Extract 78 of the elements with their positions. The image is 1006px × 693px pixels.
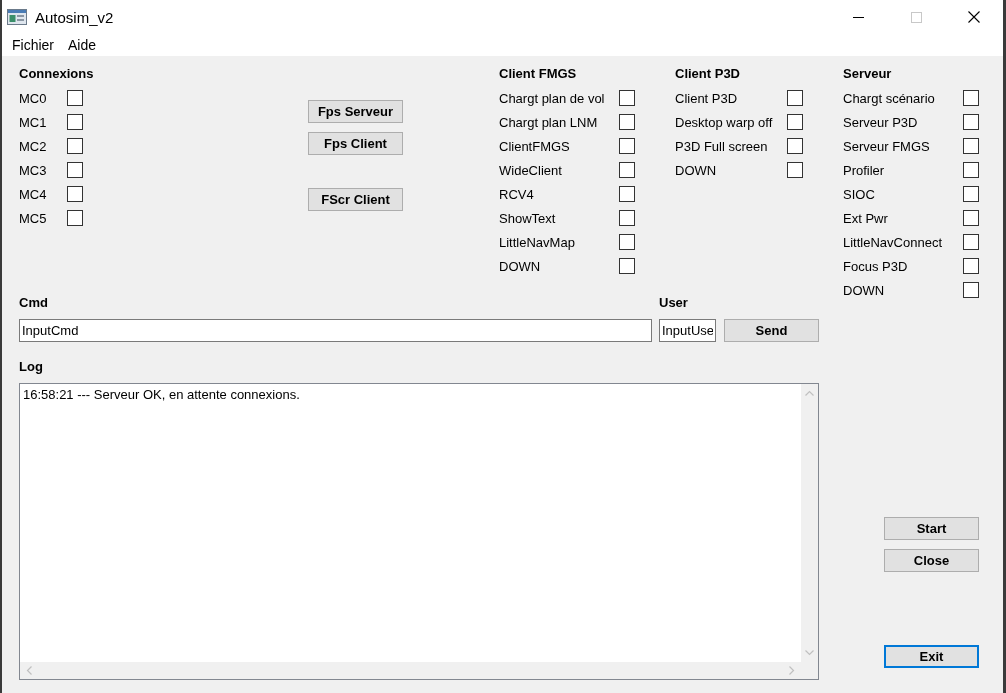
checkbox-label: Chargt plan LNM [499, 114, 599, 130]
checkbox-label: Chargt scénario [843, 90, 936, 106]
log-line: 16:58:21 --- Serveur OK, en attente connexions. [23, 386, 301, 403]
checkbox[interactable] [67, 138, 83, 154]
checkbox[interactable] [619, 210, 635, 226]
close-icon [968, 11, 980, 23]
cmd-input-field[interactable]: InputCmd [19, 319, 652, 342]
checkbox-label: ShowText [499, 210, 557, 226]
minimize-icon [852, 16, 864, 18]
user-input-field[interactable]: InputUse [659, 319, 716, 342]
checkbox[interactable] [67, 186, 83, 202]
checkbox-label: SIOC [843, 186, 876, 202]
checkbox-label: MC0 [19, 90, 48, 106]
action-button[interactable]: Close [884, 549, 979, 572]
checkbox[interactable] [619, 90, 635, 106]
checkbox-label: P3D Full screen [675, 138, 769, 154]
checkbox[interactable] [787, 114, 803, 130]
checkbox[interactable] [619, 138, 635, 154]
checkbox[interactable] [963, 162, 979, 178]
checkbox[interactable] [619, 186, 635, 202]
checkbox[interactable] [963, 234, 979, 250]
checkbox[interactable] [787, 162, 803, 178]
checkbox-label: Serveur P3D [843, 114, 919, 130]
checkbox[interactable] [67, 90, 83, 106]
checkbox-label: Client P3D [675, 90, 739, 106]
send-button[interactable]: Send [724, 319, 819, 342]
checkbox[interactable] [963, 186, 979, 202]
window-title: Autosim_v2 [35, 8, 115, 26]
checkbox-label: LittleNavMap [499, 234, 576, 250]
action-button[interactable]: Exit [884, 645, 979, 668]
checkbox-label: DOWN [843, 282, 886, 298]
checkbox-label: MC2 [19, 138, 48, 154]
checkbox[interactable] [963, 90, 979, 106]
cmd-label: Cmd [19, 294, 49, 312]
checkbox[interactable] [67, 162, 83, 178]
checkbox[interactable] [67, 210, 83, 226]
group-title: Client P3D [675, 65, 741, 83]
group-title: Serveur [843, 65, 893, 83]
checkbox[interactable] [619, 162, 635, 178]
checkbox-label: WideClient [499, 162, 563, 178]
checkbox[interactable] [619, 234, 635, 250]
fps-button[interactable]: FScr Client [308, 188, 403, 211]
checkbox-label: MC1 [19, 114, 48, 130]
checkbox[interactable] [963, 210, 979, 226]
checkbox-label: MC3 [19, 162, 48, 178]
checkbox[interactable] [787, 138, 803, 154]
checkbox[interactable] [963, 282, 979, 298]
checkbox-label: LittleNavConnect [843, 234, 943, 250]
checkbox[interactable] [963, 138, 979, 154]
checkbox-label: DOWN [499, 258, 542, 274]
log-label: Log [19, 358, 44, 376]
checkbox-label: Profiler [843, 162, 886, 178]
menu-item[interactable]: Aide [61, 35, 104, 55]
user-label: User [659, 294, 689, 312]
checkbox-label: Ext Pwr [843, 210, 889, 226]
checkbox[interactable] [787, 90, 803, 106]
checkbox[interactable] [67, 114, 83, 130]
group-title: Client FMGS [499, 65, 578, 83]
checkbox-label: MC4 [19, 186, 48, 202]
checkbox-label: RCV4 [499, 186, 535, 202]
checkbox-label: Serveur FMGS [843, 138, 931, 154]
action-button[interactable]: Start [884, 517, 979, 540]
fps-button[interactable]: Fps Client [308, 132, 403, 155]
window-app-icon [7, 9, 27, 25]
checkbox[interactable] [619, 258, 635, 274]
checkbox-label: MC5 [19, 210, 48, 226]
checkbox-label: Chargt plan de vol [499, 90, 606, 106]
menu-item[interactable]: Fichier [5, 35, 61, 55]
checkbox-label: Desktop warp off [675, 114, 774, 130]
maximize-icon [910, 11, 922, 23]
checkbox[interactable] [963, 114, 979, 130]
checkbox-label: ClientFMGS [499, 138, 571, 154]
checkbox[interactable] [963, 258, 979, 274]
checkbox-label: DOWN [675, 162, 718, 178]
fps-button[interactable]: Fps Serveur [308, 100, 403, 123]
group-title: Connexions [19, 65, 95, 83]
checkbox[interactable] [619, 114, 635, 130]
checkbox-label: Focus P3D [843, 258, 909, 274]
